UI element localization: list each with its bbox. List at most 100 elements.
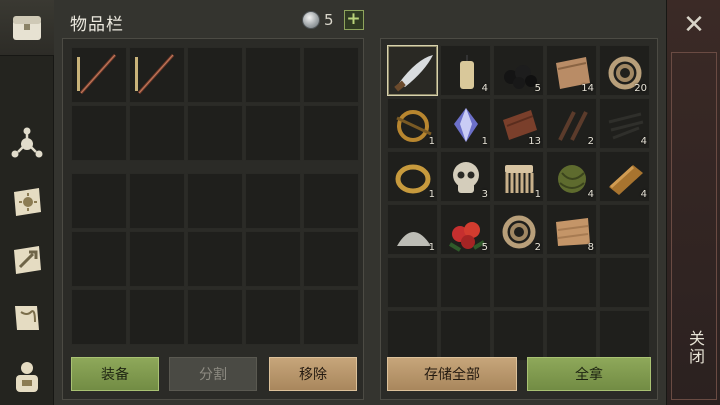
storage-slot[interactable]: 1 [440,98,491,149]
equipment-slot[interactable] [129,289,185,345]
storage-slot[interactable] [546,310,597,361]
bag-grid [71,173,359,345]
storage-slot[interactable] [599,257,650,308]
equipment-slot[interactable] [129,47,185,103]
spear-icon [77,53,117,95]
storage-slot[interactable] [387,45,438,96]
storage-slot[interactable]: 4 [440,45,491,96]
storage-slot[interactable]: 5 [493,45,544,96]
equipment-slot[interactable] [245,231,301,287]
storage-slot[interactable]: 2 [493,204,544,255]
item-quantity: 20 [634,83,647,94]
item-quantity: 5 [534,83,541,94]
storage-slot[interactable] [546,257,597,308]
equipment-slot[interactable] [187,47,243,103]
close-button[interactable]: 关闭 [681,330,707,366]
equipment-slot[interactable] [303,47,359,103]
item-quantity: 1 [428,242,435,253]
equipment-slot[interactable] [187,173,243,229]
storage-slot[interactable]: 4 [546,151,597,202]
storage-slot[interactable] [599,310,650,361]
item-quantity: 2 [587,136,594,147]
take-all-button[interactable]: 全拿 [527,357,651,391]
storage-slot[interactable]: 1 [387,204,438,255]
add-currency-button[interactable]: + [343,10,364,30]
nav-rail [0,0,54,405]
item-quantity: 4 [640,136,647,147]
item-quantity: 14 [581,83,594,94]
item-quantity: 1 [428,189,435,200]
equipment-slot[interactable] [71,289,127,345]
storage-slot[interactable] [493,257,544,308]
equipment-slot[interactable] [129,173,185,229]
storage-slot[interactable] [440,310,491,361]
item-quantity: 1 [481,136,488,147]
storage-slot[interactable]: 1 [493,151,544,202]
equipment-grid [71,47,359,161]
crafting-icon[interactable] [6,238,48,282]
storage-slot[interactable]: 4 [599,98,650,149]
equipment-slot[interactable] [129,231,185,287]
currency-amount: 5 [324,11,334,29]
equipment-slot[interactable] [303,231,359,287]
equipment-slot[interactable] [245,105,301,161]
item-quantity: 1 [534,189,541,200]
skills-icon[interactable] [6,122,48,166]
equipment-slot[interactable] [187,105,243,161]
remove-button[interactable]: 移除 [269,357,357,391]
rail-top-tab[interactable] [0,0,54,56]
storage-slot[interactable] [387,310,438,361]
item-quantity: 1 [428,136,435,147]
storage-grid: 4 5 14 20 1 1 13 2 4 1 3 1 4 4 1 5 2 8 [387,45,650,361]
storage-slot[interactable] [599,204,650,255]
equipment-slot[interactable] [245,173,301,229]
item-quantity: 4 [587,189,594,200]
equipment-slot[interactable] [303,105,359,161]
equipment-slot[interactable] [187,231,243,287]
journal-icon[interactable] [6,180,48,224]
equipment-slot[interactable] [71,47,127,103]
equipment-slot[interactable] [245,47,301,103]
storage-slot[interactable]: 13 [493,98,544,149]
split-button[interactable]: 分割 [169,357,257,391]
item-quantity: 4 [640,189,647,200]
equipment-slot[interactable] [129,105,185,161]
machete-icon [394,55,433,92]
chest-icon[interactable] [6,6,48,50]
storage-slot[interactable] [493,310,544,361]
equipment-slot[interactable] [245,289,301,345]
storage-slot[interactable]: 1 [387,98,438,149]
storage-slot[interactable]: 20 [599,45,650,96]
storage-slot[interactable]: 3 [440,151,491,202]
equipment-slot[interactable] [71,105,127,161]
storage-slot[interactable]: 8 [546,204,597,255]
item-quantity: 13 [528,136,541,147]
equipment-slot[interactable] [303,173,359,229]
inventory-panel: 物品栏 5 + 装备 分割 移除 4 5 14 20 1 1 13 2 4 1 3 1 4 4 1 5 2 8 存… [54,0,666,405]
storage-slot[interactable]: 4 [599,151,650,202]
store-all-button[interactable]: 存储全部 [387,357,517,391]
storage-slot[interactable]: 14 [546,45,597,96]
storage-slot[interactable] [387,257,438,308]
storage-slot[interactable]: 1 [387,151,438,202]
equip-button[interactable]: 装备 [71,357,159,391]
coin-icon [302,11,320,29]
item-quantity: 2 [534,242,541,253]
spear-icon [135,53,175,95]
storage-slot[interactable]: 5 [440,204,491,255]
currency-display: 5 + [302,10,364,30]
container-inventory: 4 5 14 20 1 1 13 2 4 1 3 1 4 4 1 5 2 8 存储全部 全拿 [380,38,658,400]
storage-slot[interactable]: 2 [546,98,597,149]
map-scroll-icon[interactable] [6,296,48,340]
player-inventory: 装备 分割 移除 [62,38,364,400]
item-quantity: 8 [587,242,594,253]
storage-slot[interactable] [440,257,491,308]
equipment-slot[interactable] [187,289,243,345]
backpack-icon[interactable] [6,354,48,398]
equipment-slot[interactable] [303,289,359,345]
close-icon[interactable]: ✕ [681,12,707,38]
equipment-slot[interactable] [71,173,127,229]
close-rail: ✕ 关闭 [666,0,720,405]
equipment-slot[interactable] [71,231,127,287]
item-quantity: 4 [481,83,488,94]
